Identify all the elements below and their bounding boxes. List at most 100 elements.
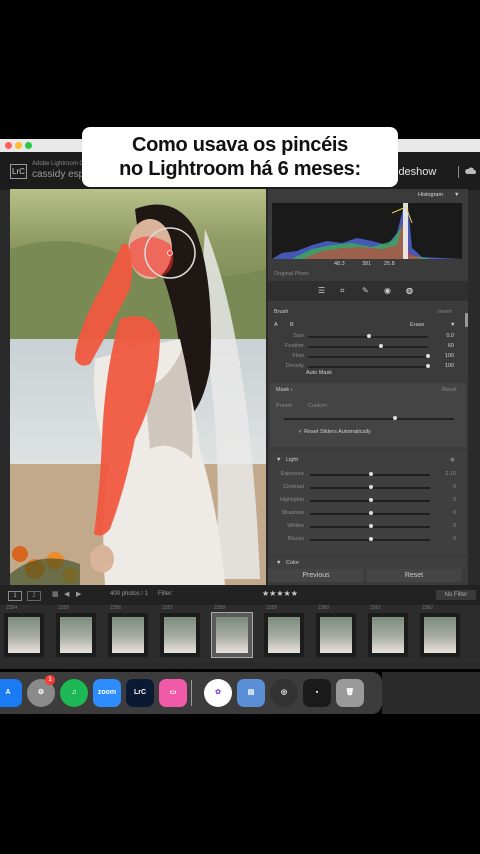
lightroom-classic-icon[interactable]: LrC (126, 679, 154, 707)
desktop-background (382, 672, 480, 714)
zoom-window-button[interactable] (25, 142, 32, 149)
display-2-button[interactable]: 2 (27, 591, 41, 601)
brush-slider-knob[interactable] (426, 364, 430, 368)
photos-icon[interactable]: ✿ (204, 679, 232, 707)
minimize-window-button[interactable] (15, 142, 22, 149)
masking-icon[interactable]: ◍ (406, 286, 413, 295)
previous-button[interactable]: Previous (268, 569, 364, 582)
brush-invert-checkbox[interactable]: Invert (438, 309, 452, 315)
red-eye-icon[interactable]: ◉ (384, 286, 391, 295)
filmstrip-thumbnail[interactable] (211, 612, 253, 658)
thumbnail-image (424, 617, 456, 653)
preview-icon[interactable]: ▤ (237, 679, 265, 707)
color-collapse-icon[interactable]: ▼ (276, 560, 281, 566)
close-window-button[interactable] (5, 142, 12, 149)
filmstrip-thumbnail[interactable] (108, 613, 148, 657)
reset-sliders-checkbox[interactable]: ✓ Reset Sliders Automatically (298, 429, 371, 435)
filter-dropdown[interactable]: No Filter (436, 590, 476, 600)
back-arrow-icon[interactable]: ◀ (64, 590, 69, 598)
app-store-icon[interactable]: A (0, 679, 22, 707)
light-slider-value: 0 (452, 510, 456, 516)
brush-slider-track[interactable] (308, 356, 428, 358)
auto-mask-checkbox[interactable]: Auto Mask (306, 370, 332, 376)
brush-slider-knob[interactable] (426, 354, 430, 358)
brush-slider-knob[interactable] (378, 344, 383, 348)
trash-icon[interactable]: 🗑 (336, 679, 364, 707)
brush-erase-arrow-icon[interactable]: ▼ (450, 322, 455, 328)
healing-icon[interactable]: ✎ (362, 286, 369, 295)
filmstrip-thumbnail[interactable] (420, 613, 460, 657)
cloud-icon[interactable] (465, 166, 476, 175)
thumbnail-index: 2356 (110, 605, 122, 611)
reset-button[interactable]: Reset (366, 569, 462, 582)
brush-slider-label: Density (285, 363, 304, 369)
brush-slider-knob[interactable] (367, 334, 371, 338)
forward-arrow-icon[interactable]: ▶ (76, 590, 81, 598)
thumbnail-image (216, 617, 248, 653)
panel-scrollbar[interactable] (465, 313, 468, 327)
mask-amount-slider[interactable] (284, 418, 454, 420)
lrc-logo: LrC (10, 164, 27, 179)
thumbnail-image (8, 617, 40, 653)
light-slider-knob[interactable] (369, 485, 373, 489)
filmstrip-thumbnail[interactable] (4, 613, 44, 657)
filmstrip-thumbnail[interactable] (264, 613, 304, 657)
filmstrip-thumbnail[interactable] (316, 613, 356, 657)
edit-sliders-icon[interactable]: ☰ (318, 286, 325, 295)
brush-title: Brush (274, 309, 289, 315)
grid-view-icon[interactable]: ▦ (52, 590, 59, 598)
brush-slider-value: 100 (444, 353, 454, 359)
light-slider-label: Shadows (281, 510, 304, 516)
screen-app-icon[interactable]: ▪ (303, 679, 331, 707)
app-name: Adobe Lightroom Cl (32, 161, 86, 167)
light-title[interactable]: Light (286, 457, 298, 463)
filmstrip-thumbnail[interactable] (368, 613, 408, 657)
display-1-button[interactable]: 1 (8, 591, 22, 601)
color-title[interactable]: Color (286, 560, 299, 566)
dock-divider (191, 680, 192, 706)
zoom-icon[interactable]: zoom (93, 679, 121, 707)
histogram-title[interactable]: Histogram (418, 192, 443, 198)
light-slider-knob[interactable] (369, 472, 373, 476)
light-collapse-icon[interactable]: ▼ (276, 457, 281, 463)
light-slider-knob[interactable] (369, 511, 373, 515)
brush-erase-tab[interactable]: Erase (410, 322, 424, 328)
brush-slider-label: Feather (285, 343, 304, 349)
quicktime-icon[interactable]: ◎ (270, 679, 298, 707)
settings-icon[interactable]: ⚙ 1 (27, 675, 55, 707)
thumbnail-image (320, 617, 352, 653)
light-slider-value: 0 (452, 536, 456, 542)
brush-slider-track[interactable] (308, 366, 428, 368)
histogram-readout-c: 25.8 (384, 261, 395, 267)
histogram-readout-b: 381 (362, 261, 372, 267)
filmstrip-thumbnail[interactable] (56, 613, 96, 657)
histogram-collapse-icon[interactable]: ▼ (454, 192, 459, 198)
crop-icon[interactable]: ⌗ (340, 286, 345, 296)
mask-preset-dropdown[interactable]: Custom (308, 403, 327, 409)
rating-filter[interactable]: ★★★★★ (262, 589, 298, 598)
brush-slider-value: 0.0 (446, 333, 454, 339)
thumbnail-index: 2362 (422, 605, 434, 611)
brush-b-tab[interactable]: B (290, 322, 294, 328)
thumbnail-index: 2354 (6, 605, 18, 611)
module-divider (458, 166, 459, 178)
mask-reset-link[interactable]: Reset (442, 387, 456, 393)
original-photo-checkbox[interactable]: Original Photo (274, 271, 309, 277)
mask-section: Mask › Reset Preset Custom ✓ Reset Slide… (270, 383, 466, 447)
photo-canvas[interactable] (10, 189, 266, 585)
reset-sliders-label: Reset Sliders Automatically (304, 429, 371, 435)
module-slideshow[interactable]: ideshow (396, 166, 436, 178)
light-slider-label: Blacks (287, 536, 304, 542)
mask-preset-label: Preset (276, 403, 292, 409)
light-slider-knob[interactable] (369, 524, 373, 528)
light-eye-icon[interactable]: ◉ (450, 457, 455, 463)
thumbnail-index: 2355 (58, 605, 70, 611)
light-slider-knob[interactable] (369, 498, 373, 502)
light-slider-knob[interactable] (369, 537, 373, 541)
cleanup-icon[interactable]: ▭ (159, 679, 187, 707)
photo-count[interactable]: 400 photos / 1 (110, 591, 148, 597)
brush-a-tab[interactable]: A (274, 322, 278, 328)
brush-slider-track[interactable] (308, 346, 428, 348)
filmstrip-thumbnail[interactable] (160, 613, 200, 657)
spotify-icon[interactable]: ♫ (60, 679, 88, 707)
